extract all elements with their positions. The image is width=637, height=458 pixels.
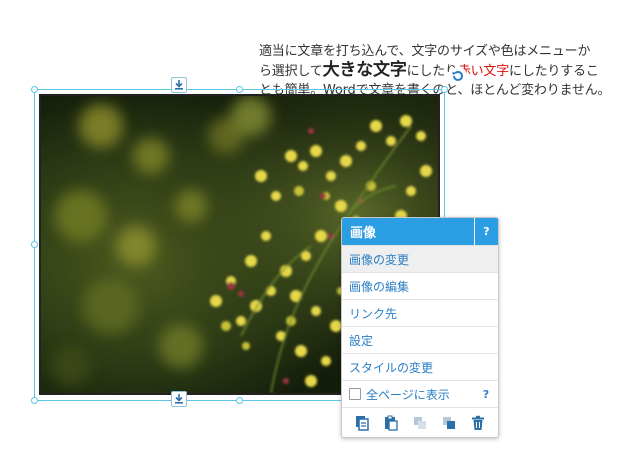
paste-icon [385,415,398,431]
menu-item-label: 画像の変更 [349,252,410,267]
resize-handle-top[interactable] [236,86,243,93]
show-all-pages-label: 全ページに表示 [366,387,450,402]
delete-button[interactable] [469,414,487,432]
anchor-top-button[interactable] [171,77,187,93]
resize-handle-top-right[interactable] [441,86,448,93]
resize-handle-left[interactable] [31,241,38,248]
menu-title: 画像 [350,226,377,241]
rotate-handle[interactable] [449,67,467,85]
rotate-icon [452,70,463,81]
download-icon [175,80,183,90]
help-label: ? [482,388,490,401]
menu-item-label: スタイルの変更 [349,360,434,375]
paste-button[interactable] [382,414,400,432]
resize-handle-bottom[interactable] [236,397,243,404]
menu-item-label: 画像の編集 [349,279,410,294]
paragraph-line-2: ら選択して大きな文字にしたり赤い文字にしたりするこ [259,61,631,81]
text-segment: にしたりするこ [509,64,599,79]
menu-item-settings[interactable]: 設定 [342,326,498,353]
show-all-pages-option[interactable]: 全ページに表示 ? [342,380,498,407]
menu-item-change-style[interactable]: スタイルの変更 [342,353,498,380]
paragraph-line-1: 適当に文章を打ち込んで、文字のサイズや色はメニューか [259,44,591,59]
menu-help-button[interactable]: ? [474,218,498,245]
help-label: ? [483,225,490,238]
menu-header: 画像 ? [342,218,498,245]
anchor-bottom-button[interactable] [171,391,187,407]
menu-item-link[interactable]: リンク先 [342,299,498,326]
text-segment: ら選択して [259,64,323,79]
bring-forward-button[interactable] [440,414,458,432]
menu-item-change-image[interactable]: 画像の変更 [342,245,498,272]
trash-icon [471,415,484,430]
menu-item-label: 設定 [349,333,374,348]
resize-handle-top-left[interactable] [31,86,38,93]
menu-item-edit-image[interactable]: 画像の編集 [342,272,498,299]
show-all-pages-checkbox[interactable] [349,388,361,400]
copy-icon [356,416,370,431]
send-backward-button[interactable] [411,414,429,432]
menu-item-label: リンク先 [349,306,398,321]
download-icon [175,394,183,404]
menu-toolbar [342,407,498,437]
show-all-pages-help[interactable]: ? [474,381,498,408]
send-backward-icon [413,417,426,429]
image-context-menu: 画像 ? 画像の変更 画像の編集 リンク先 設定 スタイルの変更 全ページに表示… [341,217,499,438]
copy-button[interactable] [353,414,371,432]
bring-forward-icon [442,417,455,429]
large-text: 大きな文字 [322,60,407,80]
resize-handle-bottom-left[interactable] [31,397,38,404]
